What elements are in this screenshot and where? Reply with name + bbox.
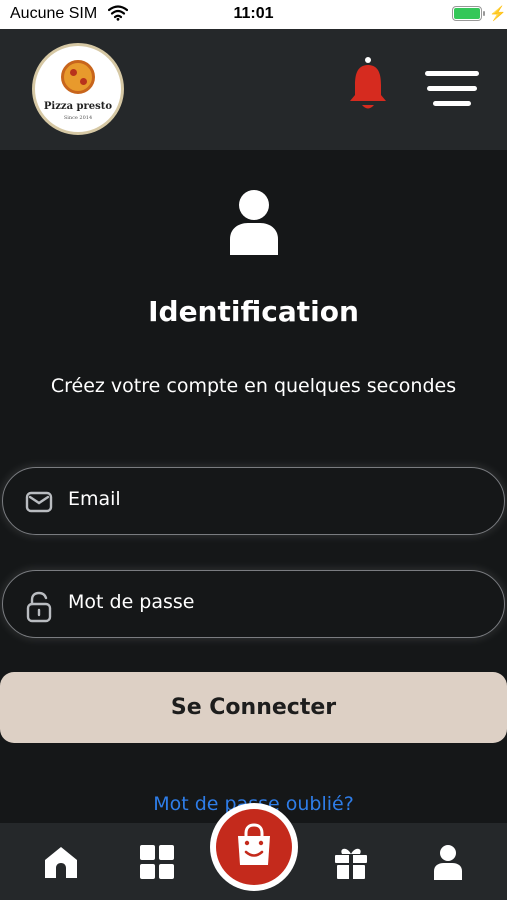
user-avatar-icon	[226, 189, 282, 255]
logo-since: Since 2014	[63, 115, 93, 121]
shopping-bag-icon	[238, 823, 270, 865]
password-label: Mot de passe	[68, 591, 195, 613]
user-icon[interactable]	[430, 844, 466, 880]
cart-button[interactable]	[210, 803, 298, 891]
home-icon[interactable]	[43, 844, 79, 880]
logo-name: Pizza presto	[43, 101, 113, 112]
status-bar: Aucune SIM 11:01 ⚡	[0, 0, 507, 29]
brand-logo[interactable]: Pizza presto Since 2014	[32, 43, 124, 135]
bell-icon[interactable]	[347, 55, 389, 115]
email-field[interactable]: Email	[2, 467, 505, 535]
charging-icon: ⚡	[489, 5, 507, 21]
page-title: Identification	[148, 295, 359, 328]
grid-icon[interactable]	[139, 844, 175, 880]
password-field[interactable]: Mot de passe	[2, 570, 505, 638]
battery-icon	[452, 6, 485, 21]
menu-icon[interactable]	[425, 69, 479, 109]
pizza-icon	[61, 60, 95, 94]
login-button[interactable]: Se Connecter	[0, 672, 507, 743]
email-label: Email	[68, 488, 121, 510]
clock: 11:01	[233, 5, 274, 22]
lock-icon	[25, 591, 53, 623]
gift-icon[interactable]	[333, 844, 369, 880]
page-subtitle: Créez votre compte en quelques secondes	[50, 375, 457, 397]
mail-icon	[25, 488, 53, 516]
app-header: Pizza presto Since 2014	[0, 29, 507, 150]
